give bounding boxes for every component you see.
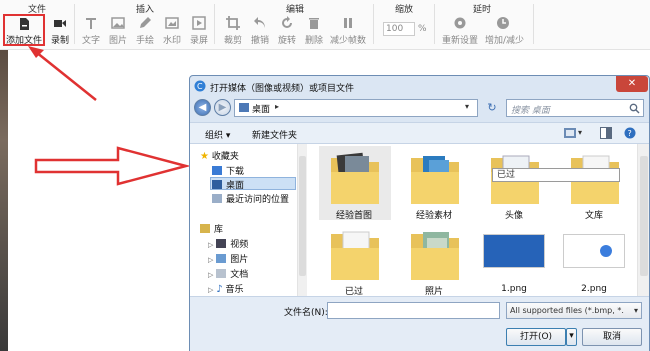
cancel-button[interactable]: 取消 [582, 328, 642, 346]
recent-places-icon [212, 194, 222, 203]
folder-icon [331, 152, 379, 204]
file-item[interactable]: 1.png [479, 224, 549, 296]
pointer-arrow-to-dialog [34, 146, 191, 186]
forward-button[interactable]: ▶ [214, 99, 231, 116]
picture-library-icon [216, 254, 227, 263]
nav-pictures[interactable]: ▷ 图片 [208, 252, 248, 265]
new-folder-button[interactable]: 新建文件夹 [252, 128, 297, 141]
file-item[interactable]: 头像 [479, 146, 549, 224]
filename-label: 文件名(N): [284, 308, 328, 318]
filetype-dropdown-icon: ▾ [633, 306, 638, 315]
nav-desktop[interactable]: 桌面 [212, 178, 244, 191]
video-library-icon [216, 239, 227, 248]
navigation-scrollbar[interactable] [297, 144, 307, 296]
desktop-icon [212, 180, 222, 189]
view-options-icon[interactable] [564, 128, 576, 138]
library-icon [200, 224, 210, 233]
document-library-icon [216, 269, 227, 278]
dialog-title: 打开媒体（图像或视频）或项目文件 [210, 84, 355, 94]
navigation-pane: ★ 收藏夹 下载 桌面 最近访问的位置 库 ▷ 视频 ▷ 图片 ▷ 文档 ▷ ♪… [190, 144, 297, 296]
folder-icon [411, 156, 459, 204]
folder-icon [411, 232, 459, 280]
file-item[interactable]: 2.png [559, 224, 629, 296]
nav-downloads[interactable]: 下载 [212, 164, 244, 177]
dialog-toolbar: 组织 ▾ 新建文件夹 ▾ ? [190, 122, 649, 144]
download-icon [212, 166, 222, 175]
file-item[interactable]: 经验首图 [319, 146, 391, 224]
refresh-icon[interactable]: ↻ [482, 99, 502, 117]
open-file-dialog: C 打开媒体（图像或视频）或项目文件 ✕ ◀ ▶ 桌面 ▸ ▾ ↻ 搜索 桌面 … [189, 75, 650, 351]
preview-pane-icon[interactable] [600, 127, 612, 139]
nav-recent[interactable]: 最近访问的位置 [212, 192, 289, 205]
file-list-scrollbar[interactable] [637, 144, 649, 296]
address-input[interactable]: 桌面 ▸ ▾ [234, 99, 478, 117]
open-button[interactable]: 打开(O) [506, 328, 566, 346]
file-list-pane: 经验首图 经验素材 头像 文库 已过 已过 照片 1.png 2.png [307, 144, 637, 297]
view-dropdown-icon[interactable]: ▾ [578, 128, 582, 137]
nav-library[interactable]: 库 [200, 222, 223, 235]
filename-input[interactable] [327, 302, 500, 319]
app-icon: C [194, 80, 206, 92]
search-placeholder: 搜索 桌面 [511, 106, 550, 116]
address-desktop: 桌面 [252, 105, 271, 115]
nav-documents[interactable]: ▷ 文档 [208, 267, 248, 280]
open-dropdown-button[interactable]: ▾ [566, 328, 577, 346]
help-icon[interactable]: ? [624, 127, 636, 139]
nav-videos[interactable]: ▷ 视频 [208, 237, 248, 250]
address-dropdown-icon[interactable]: ▾ [465, 102, 469, 111]
desktop-icon [239, 103, 249, 112]
png-thumbnail [483, 234, 545, 268]
svg-text:?: ? [628, 129, 632, 138]
folder-icon [331, 231, 379, 280]
dialog-footer: 文件名(N): All supported files (*.bmp, *. ▾… [190, 296, 649, 351]
back-button[interactable]: ◀ [194, 99, 211, 116]
close-button[interactable]: ✕ [616, 76, 648, 92]
filetype-select[interactable]: All supported files (*.bmp, *. ▾ [506, 302, 642, 319]
search-icon [629, 103, 640, 114]
music-icon: ♪ [216, 284, 223, 295]
search-input[interactable]: 搜索 桌面 [506, 99, 644, 117]
star-icon: ★ [200, 151, 209, 162]
organize-menu[interactable]: 组织 ▾ [205, 128, 230, 141]
svg-text:C: C [197, 82, 203, 91]
dialog-titlebar: C 打开媒体（图像或视频）或项目文件 ✕ [190, 76, 649, 96]
pointer-arrow-to-add-file [28, 46, 97, 101]
file-item[interactable]: 文库 [559, 146, 629, 224]
file-item[interactable]: 已过 [319, 224, 389, 297]
png-thumbnail [563, 234, 625, 268]
breadcrumb-chevron-icon: ▸ [275, 102, 280, 111]
file-item[interactable]: 经验素材 [399, 146, 469, 224]
file-item[interactable]: 照片 [399, 224, 469, 297]
nav-music[interactable]: ▷ ♪ 音乐 [208, 282, 244, 295]
nav-favorites[interactable]: ★ 收藏夹 [200, 149, 239, 162]
tooltip: 已过 [492, 168, 620, 182]
